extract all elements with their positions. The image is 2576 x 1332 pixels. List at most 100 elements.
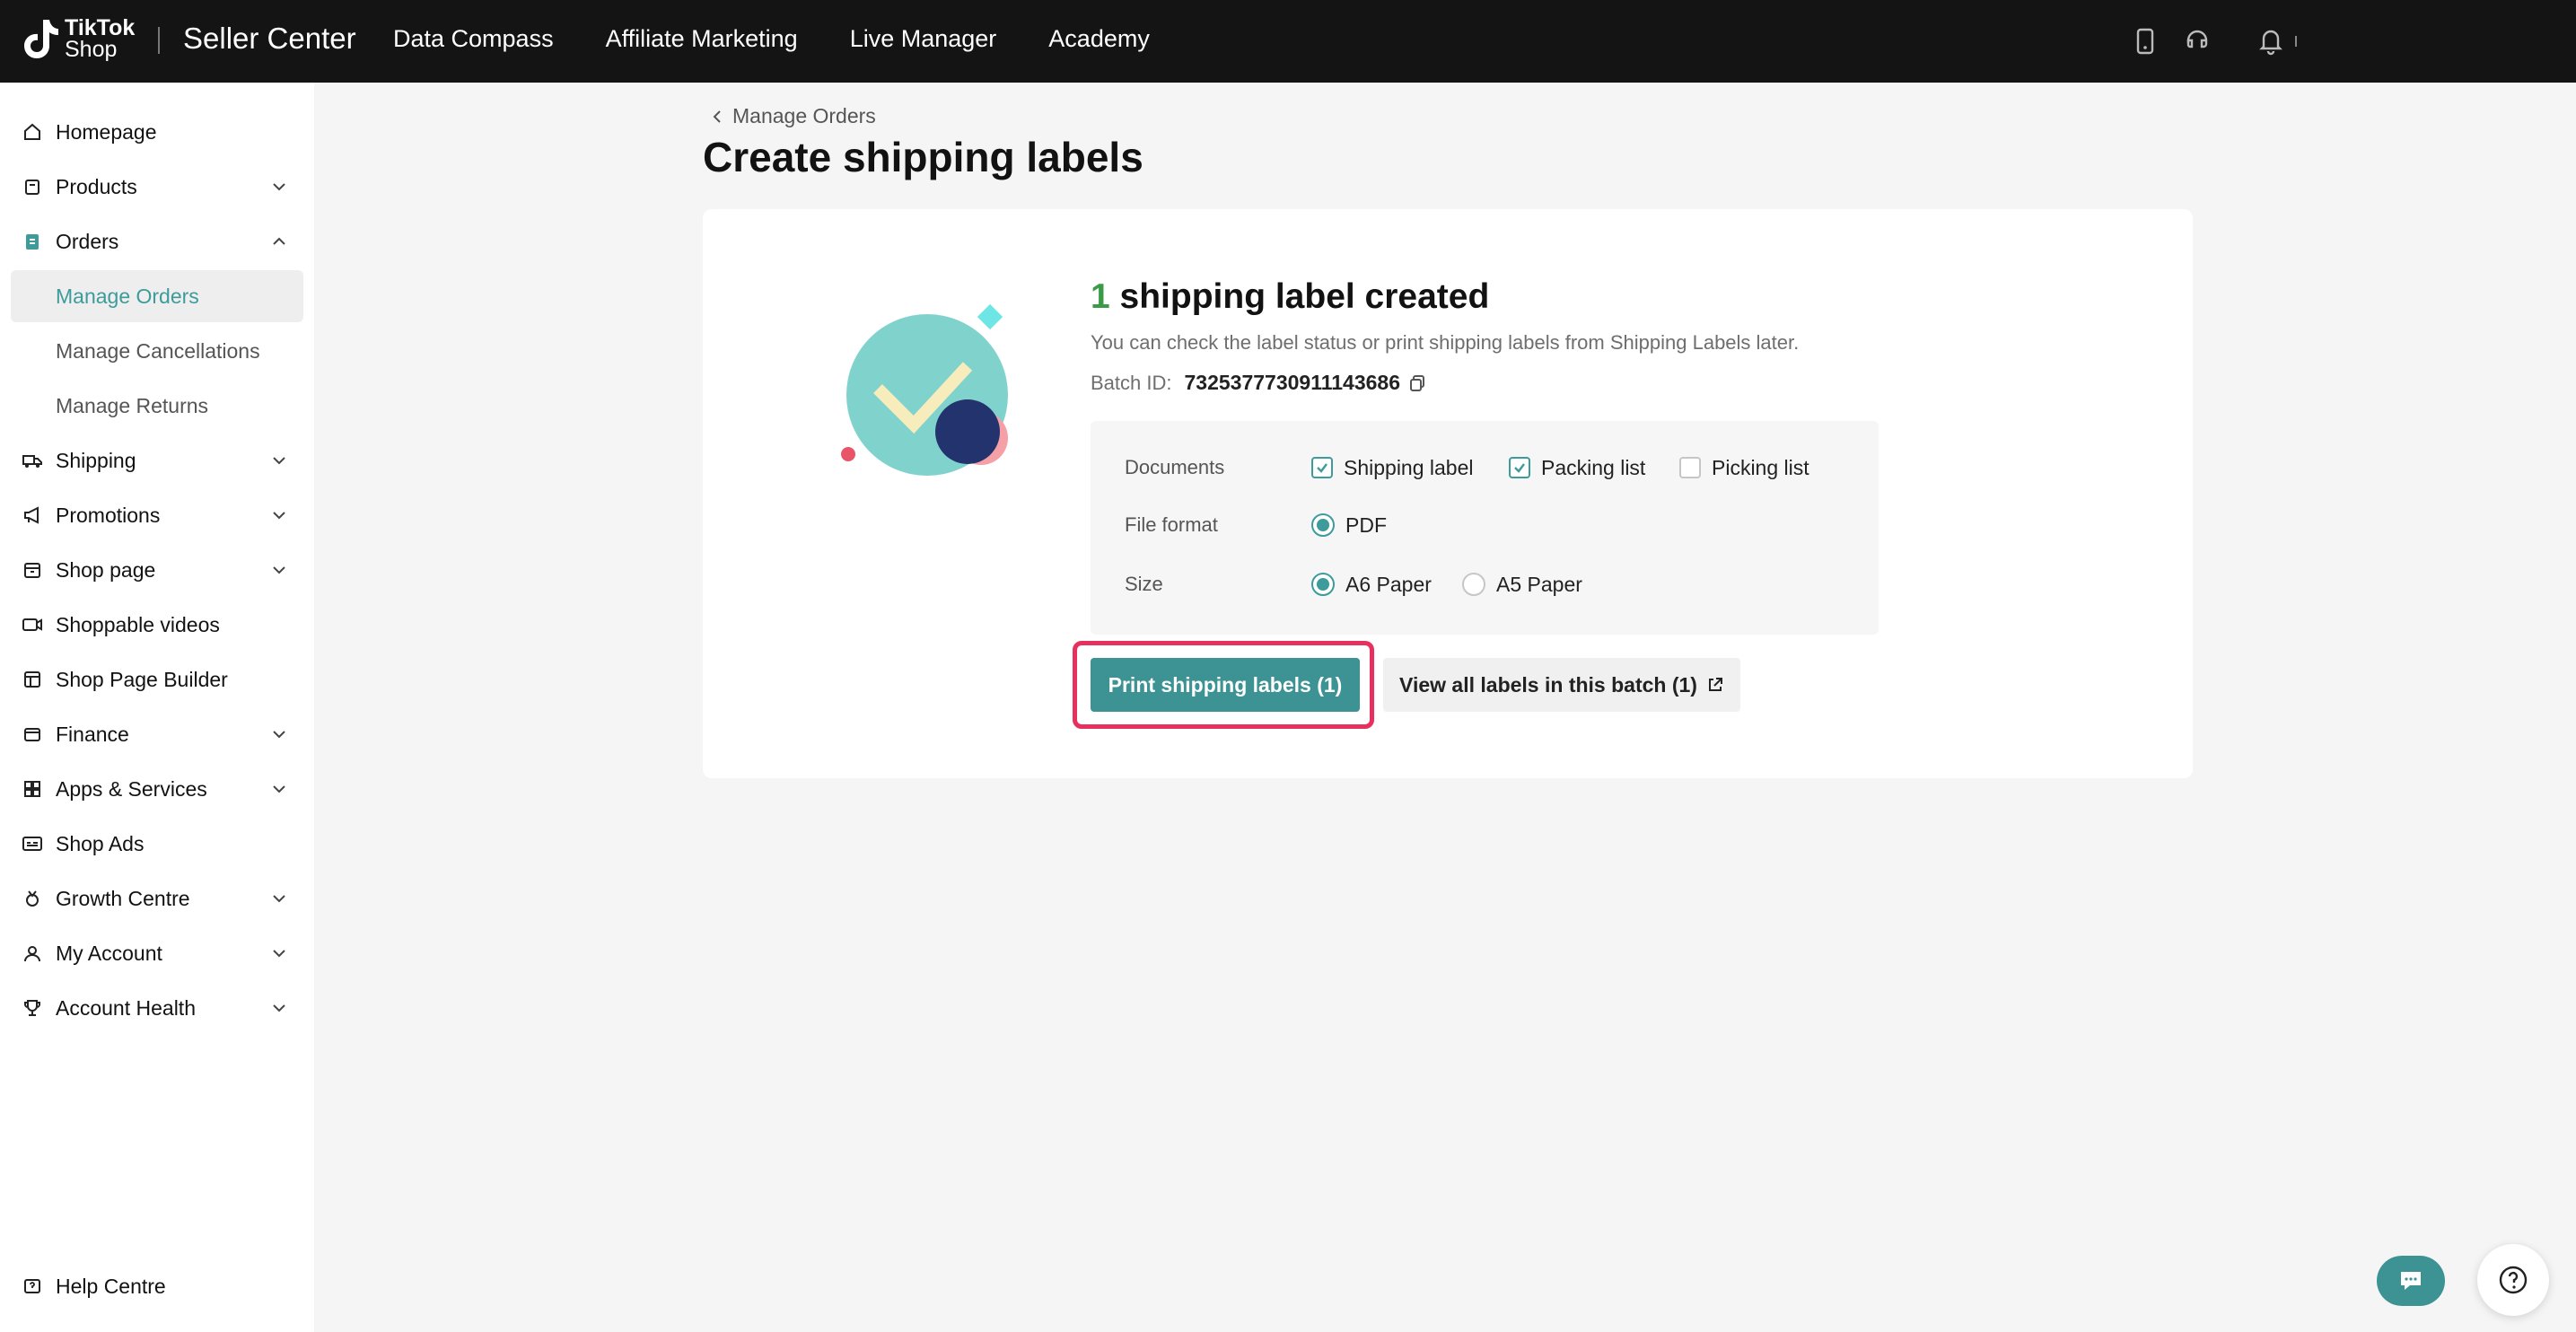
label-count: 1 <box>1091 277 1110 316</box>
sidebar-item-finance[interactable]: Finance <box>11 708 303 760</box>
sidebar-item-growth-centre[interactable]: Growth Centre <box>11 872 303 925</box>
tiktok-shop-logo[interactable]: TikTok Shop <box>20 16 135 61</box>
menu-divider <box>2291 23 2301 59</box>
chevron-down-icon <box>273 566 285 574</box>
sidebar-item-label: Shop Ads <box>56 831 145 855</box>
external-link-icon <box>1708 678 1722 691</box>
packing-list-checkbox[interactable]: Packing list <box>1509 456 1645 480</box>
sidebar-item-label: Growth Centre <box>56 886 190 910</box>
sidebar-item-orders[interactable]: Orders <box>11 215 303 267</box>
sidebar-item-shop-ads[interactable]: Shop Ads <box>11 818 303 870</box>
sidebar: Homepage Products Orders Manage Orders M… <box>0 83 314 1332</box>
sidebar-item-label: Finance <box>56 722 129 746</box>
picking-list-checkbox[interactable]: Picking list <box>1679 456 1809 480</box>
choice-label: Picking list <box>1712 455 1809 479</box>
sidebar-item-label: Shop Page Builder <box>56 667 228 691</box>
ads-icon <box>22 833 43 854</box>
batch-id-value: 7325377730911143686 <box>1184 371 1400 394</box>
trophy-icon <box>22 997 43 1019</box>
pdf-radio[interactable]: PDF <box>1311 513 1387 538</box>
sidebar-item-label: Apps & Services <box>56 776 207 801</box>
checkbox-checked <box>1509 457 1530 478</box>
a6-paper-radio[interactable]: A6 Paper <box>1311 573 1432 597</box>
view-all-labels-button[interactable]: View all labels in this batch (1) <box>1383 658 1740 712</box>
sidebar-item-manage-orders[interactable]: Manage Orders <box>11 270 303 322</box>
chevron-down-icon <box>273 183 285 191</box>
radio-selected <box>1311 513 1335 537</box>
logo-line2: Shop <box>65 37 118 62</box>
success-check-illustration <box>841 303 1008 476</box>
topnav-data-compass[interactable]: Data Compass <box>393 25 554 53</box>
chat-button[interactable] <box>2377 1256 2445 1306</box>
clipboard-icon <box>22 231 43 252</box>
chevron-down-icon <box>273 895 285 903</box>
sidebar-item-homepage[interactable]: Homepage <box>11 106 303 158</box>
sidebar-item-shop-page[interactable]: Shop page <box>11 544 303 596</box>
chevron-down-icon <box>273 785 285 793</box>
help-question-button[interactable] <box>2477 1244 2549 1316</box>
sidebar-item-label: Shipping <box>56 448 136 472</box>
sidebar-item-account-health[interactable]: Account Health <box>11 982 303 1034</box>
checkbox-unchecked <box>1679 457 1701 478</box>
sidebar-item-shoppable-videos[interactable]: Shoppable videos <box>11 599 303 651</box>
phone-icon[interactable] <box>2127 23 2163 59</box>
print-options-panel: Documents Shipping label Packing list Pi… <box>1091 421 1879 635</box>
sidebar-item-label: Products <box>56 174 137 198</box>
help-icon <box>22 1276 43 1298</box>
a5-paper-radio[interactable]: A5 Paper <box>1462 573 1582 597</box>
choice-label: PDF <box>1345 513 1387 537</box>
breadcrumb-label: Manage Orders <box>732 104 876 127</box>
apps-icon <box>22 778 43 800</box>
sidebar-item-products[interactable]: Products <box>11 161 303 213</box>
megaphone-icon <box>22 504 43 526</box>
sidebar-item-label: Account Health <box>56 995 196 1020</box>
breadcrumb[interactable]: Manage Orders <box>711 104 876 128</box>
sidebar-item-promotions[interactable]: Promotions <box>11 489 303 541</box>
result-title-text: shipping label created <box>1109 277 1490 316</box>
choice-label: A6 Paper <box>1345 572 1432 596</box>
bell-icon[interactable] <box>2253 23 2289 59</box>
video-icon <box>22 614 43 635</box>
page-title: Create shipping labels <box>703 134 1143 180</box>
choice-label: Shipping label <box>1344 455 1474 479</box>
chevron-down-icon <box>273 731 285 739</box>
documents-label: Documents <box>1125 456 1225 478</box>
print-shipping-labels-button[interactable]: Print shipping labels (1) <box>1091 658 1360 712</box>
topnav-live-manager[interactable]: Live Manager <box>850 25 997 53</box>
sidebar-item-shipping[interactable]: Shipping <box>11 434 303 486</box>
chevron-down-icon <box>273 457 285 465</box>
sidebar-item-label: Shoppable videos <box>56 612 220 636</box>
headset-icon[interactable] <box>2179 23 2215 59</box>
chevron-down-icon <box>273 512 285 520</box>
sidebar-item-shop-page-builder[interactable]: Shop Page Builder <box>11 653 303 705</box>
top-nav: Data Compass Affiliate Marketing Live Ma… <box>393 25 1202 53</box>
chevron-up-icon <box>273 237 285 245</box>
checkbox-checked <box>1311 457 1333 478</box>
topnav-academy[interactable]: Academy <box>1048 25 1150 53</box>
chevron-left-icon <box>713 110 721 123</box>
sidebar-item-my-account[interactable]: My Account <box>11 927 303 979</box>
sidebar-item-label: Homepage <box>56 119 157 144</box>
sidebar-item-apps-services[interactable]: Apps & Services <box>11 763 303 815</box>
sidebar-item-label: Orders <box>56 229 119 253</box>
sidebar-item-manage-returns[interactable]: Manage Returns <box>11 380 303 432</box>
sidebar-item-label: Shop page <box>56 557 156 582</box>
choice-label: Packing list <box>1541 455 1646 479</box>
medal-icon <box>22 888 43 909</box>
chevron-down-icon <box>273 1004 285 1012</box>
box-icon <box>22 176 43 197</box>
sidebar-item-manage-cancellations[interactable]: Manage Cancellations <box>11 325 303 377</box>
wallet-icon <box>22 723 43 745</box>
file-format-label: File format <box>1125 513 1218 536</box>
shipping-label-checkbox[interactable]: Shipping label <box>1311 456 1474 480</box>
logo-line1: TikTok <box>65 15 136 40</box>
sidebar-item-label: Manage Cancellations <box>56 338 260 363</box>
result-card: 1 shipping label created You can check t… <box>703 209 2193 778</box>
chevron-down-icon <box>273 950 285 958</box>
help-centre-link[interactable]: Help Centre <box>11 1275 166 1299</box>
copy-icon[interactable] <box>1407 373 1427 393</box>
app-title[interactable]: Seller Center <box>183 22 356 56</box>
size-label: Size <box>1125 573 1163 595</box>
topnav-affiliate-marketing[interactable]: Affiliate Marketing <box>606 25 798 53</box>
top-bar: TikTok Shop Seller Center Data Compass A… <box>0 0 2576 83</box>
